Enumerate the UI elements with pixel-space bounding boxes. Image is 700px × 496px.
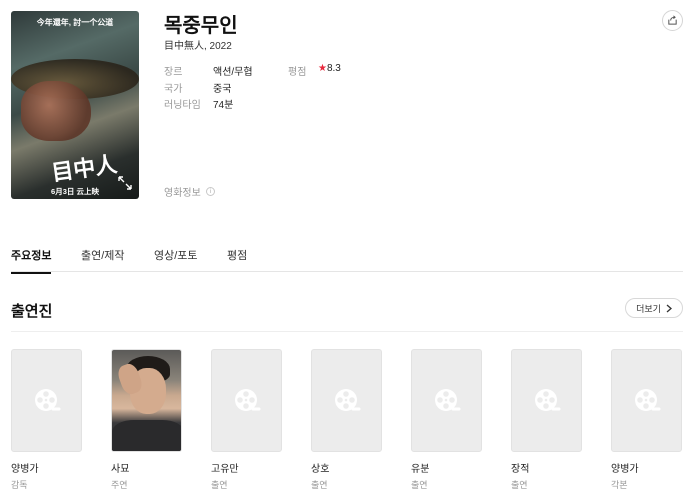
rating-value: 8.3 (326, 63, 341, 74)
expand-icon[interactable] (117, 175, 133, 191)
info-genre: 장르 (164, 63, 182, 78)
cast-name: 양병가 (11, 464, 39, 475)
cast-card[interactable]: 양병가감독 (11, 349, 83, 491)
poster-tagline: 今年還年, 討一个公道 (36, 18, 114, 27)
cast-photo-placeholder (611, 349, 682, 452)
rating-label: 평점 (288, 67, 307, 78)
more-label: 더보기 (636, 303, 661, 314)
info-icon: i (205, 187, 215, 196)
cast-photo-placeholder (211, 349, 282, 452)
film-reel-icon (434, 388, 460, 411)
cast-photo-placeholder (511, 349, 582, 452)
country-label: 국가 (164, 84, 183, 95)
film-reel-icon (634, 388, 660, 411)
movie-title: 목중무인 (164, 15, 238, 37)
cast-role: 출연 (411, 480, 428, 490)
detail-tabs: 주요정보 출연/제작 영상/포토 평점 (11, 240, 683, 274)
share-icon (668, 15, 677, 25)
film-reel-icon (534, 388, 560, 411)
cast-role: 각본 (611, 480, 628, 490)
chevron-right-icon (666, 304, 672, 312)
tab-main-info[interactable]: 주요정보 (11, 247, 52, 274)
movie-info-link[interactable]: 영화정보 i (164, 184, 215, 199)
tab-video-photo[interactable]: 영상/포토 (154, 247, 198, 263)
cast-role: 감독 (11, 480, 28, 490)
country-value: 중국 (213, 84, 232, 95)
star-icon: ★ (318, 63, 327, 74)
movie-poster[interactable]: 今年還年, 討一个公道 目中人 6月3日 云上映 (11, 11, 139, 199)
movie-info-label: 영화정보 (164, 188, 201, 199)
film-reel-icon (34, 388, 60, 411)
more-button[interactable]: 더보기 (625, 298, 683, 318)
cast-card[interactable]: 상호출연 (311, 349, 383, 491)
cast-name: 양병가 (611, 464, 639, 475)
film-reel-icon (334, 388, 360, 411)
poster-calligraphy-title: 目中人 (49, 151, 119, 187)
cast-card[interactable]: 사묘주연 (111, 349, 183, 491)
section-divider (11, 331, 683, 332)
cast-role: 출연 (311, 480, 328, 490)
cast-name: 장적 (511, 464, 530, 475)
cast-card[interactable]: 유분출연 (411, 349, 483, 491)
cast-role: 주연 (111, 480, 128, 490)
film-reel-icon (234, 388, 260, 411)
cast-name: 상호 (311, 464, 330, 475)
movie-original-title-year: 目中無人, 2022 (164, 41, 232, 52)
cast-card[interactable]: 양병가각본 (611, 349, 683, 491)
cast-photo-placeholder (411, 349, 482, 452)
tab-ratings[interactable]: 평점 (227, 247, 247, 263)
cast-name: 사묘 (111, 464, 130, 475)
cast-card[interactable]: 고유만출연 (211, 349, 283, 491)
cast-role: 출연 (511, 480, 528, 490)
genre-label: 장르 (164, 67, 183, 78)
tab-cast-crew[interactable]: 출연/제작 (81, 247, 125, 263)
cast-role: 출연 (211, 480, 228, 490)
cast-section-title: 출연진 (11, 303, 53, 320)
runtime-value: 74분 (213, 100, 234, 111)
cast-name: 유분 (411, 464, 430, 475)
cast-name: 고유만 (211, 464, 239, 475)
cast-photo-placeholder (11, 349, 82, 452)
runtime-label: 러닝타임 (164, 100, 201, 111)
genre-value: 액션/무협 (213, 67, 253, 78)
cast-photo-placeholder (311, 349, 382, 452)
cast-photo (111, 349, 182, 452)
poster-art-face (21, 81, 91, 141)
share-button[interactable] (662, 10, 683, 31)
cast-card[interactable]: 장적출연 (511, 349, 583, 491)
